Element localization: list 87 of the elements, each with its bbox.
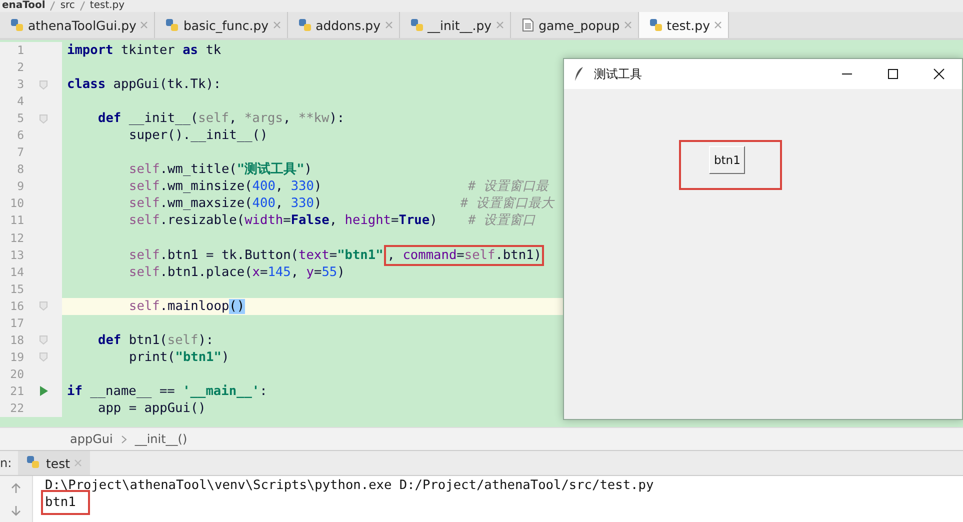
code-text: if __name__ == '__main__': xyxy=(67,384,268,399)
line-number: 10 xyxy=(9,195,24,212)
line-number: 13 xyxy=(9,246,24,264)
python-file-icon xyxy=(298,18,312,32)
close-icon xyxy=(714,21,722,29)
tab-label: test xyxy=(46,456,70,470)
panel-label: n: xyxy=(0,455,13,472)
up-arrow-icon xyxy=(10,482,22,494)
python-file-icon xyxy=(165,18,180,32)
line-number: 4 xyxy=(16,93,24,110)
run-icon xyxy=(38,386,48,396)
code-text: self.mainloop() xyxy=(129,298,245,314)
window-title: 测试工具 xyxy=(594,66,642,82)
line-number: 8 xyxy=(16,161,24,178)
line-number: 2 xyxy=(16,59,24,76)
chevron-icon xyxy=(120,434,127,444)
run-tab[interactable]: test xyxy=(18,451,90,475)
code-text: self.resizable(width=False, height=True) # 设置窗口 xyxy=(129,213,536,228)
python-file-icon xyxy=(648,18,663,32)
python-file-icon xyxy=(10,18,24,32)
tab-label: game_popup xyxy=(538,18,620,32)
close-icon xyxy=(272,21,281,29)
code-text: self.btn1.place(x=145, y=55) xyxy=(129,264,345,280)
tab-label: athenaToolGui.py xyxy=(28,18,136,32)
editor-tab[interactable]: game_popup xyxy=(510,12,639,38)
path-item[interactable]: enaTool xyxy=(2,0,46,12)
fold-marker-icon xyxy=(38,114,48,124)
breadcrumb-item[interactable]: __init__() xyxy=(134,432,188,446)
close-icon xyxy=(74,459,82,467)
down-arrow-icon xyxy=(10,504,22,516)
editor-tab[interactable]: test.py xyxy=(638,12,729,38)
code-text: app = appGui() xyxy=(98,400,206,416)
code-text: def btn1(self): xyxy=(98,332,214,348)
slash-icon xyxy=(80,1,85,11)
editor-tab[interactable]: __init__.py xyxy=(400,12,511,38)
line-number: 5 xyxy=(16,110,24,128)
code-text: self.wm_maxsize(400, 330) # 设置窗口最大 xyxy=(129,196,554,212)
path-item[interactable]: test.py xyxy=(90,0,125,12)
close-icon xyxy=(933,68,945,80)
close-icon xyxy=(384,21,392,29)
slash-icon xyxy=(50,1,56,11)
tab-label: test.py xyxy=(666,18,710,32)
python-file-icon xyxy=(410,18,424,32)
fold-marker-icon xyxy=(38,80,48,90)
line-number: 1 xyxy=(16,42,24,59)
line-number: 19 xyxy=(9,348,24,366)
code-text: print("btn1") xyxy=(129,350,230,365)
close-icon xyxy=(624,21,632,29)
line-number: 20 xyxy=(9,366,24,383)
line-number: 15 xyxy=(9,280,24,298)
fold-marker-icon xyxy=(38,352,48,362)
code-text: import tkinter as tk xyxy=(67,43,222,58)
highlighted-code: , command=self.btn1) xyxy=(387,248,542,263)
line-number: 14 xyxy=(9,264,24,281)
feather-icon xyxy=(574,66,584,82)
fold-marker-icon xyxy=(38,335,48,346)
tab-label: __init__.py xyxy=(428,18,492,32)
line-number: 7 xyxy=(16,144,24,162)
tk-button[interactable]: btn1 xyxy=(709,146,746,174)
code-text: self.btn1 = tk.Button(text="btn1" xyxy=(129,248,384,263)
editor-tab[interactable]: addons.py xyxy=(288,12,400,38)
line-number: 11 xyxy=(9,212,24,230)
maximize-icon xyxy=(887,68,899,80)
line-number: 16 xyxy=(9,298,24,315)
line-number: 9 xyxy=(16,178,24,196)
close-icon xyxy=(140,21,148,29)
code-text: super().__init__() xyxy=(129,128,268,144)
line-number: 6 xyxy=(16,127,24,144)
line-number: 18 xyxy=(9,332,24,349)
python-icon xyxy=(26,455,42,471)
tab-label: basic_func.py xyxy=(183,18,269,32)
line-number: 12 xyxy=(9,230,24,247)
tab-label: addons.py xyxy=(316,18,380,32)
path-item[interactable]: src xyxy=(60,0,75,12)
breadcrumb-item[interactable]: appGui xyxy=(70,432,113,446)
line-number: 22 xyxy=(9,400,24,417)
console-output: D:\Project\athenaTool\venv\Scripts\python.exe D:/Project/athenaTool/src/test.py xyxy=(45,477,654,494)
text-file-icon xyxy=(520,18,535,32)
line-number: 3 xyxy=(16,76,24,94)
fold-marker-icon xyxy=(38,301,48,312)
code-text: def __init__(self, *args, **kw): xyxy=(98,111,345,126)
line-number: 17 xyxy=(9,314,24,332)
line-number: 21 xyxy=(9,382,24,400)
code-text: class appGui(tk.Tk): xyxy=(67,77,222,92)
code-text: self.wm_minsize(400, 330) # 设置窗口最 xyxy=(129,179,548,194)
code-text: self.wm_title("测试工具") xyxy=(129,162,312,178)
close-icon xyxy=(496,21,504,29)
